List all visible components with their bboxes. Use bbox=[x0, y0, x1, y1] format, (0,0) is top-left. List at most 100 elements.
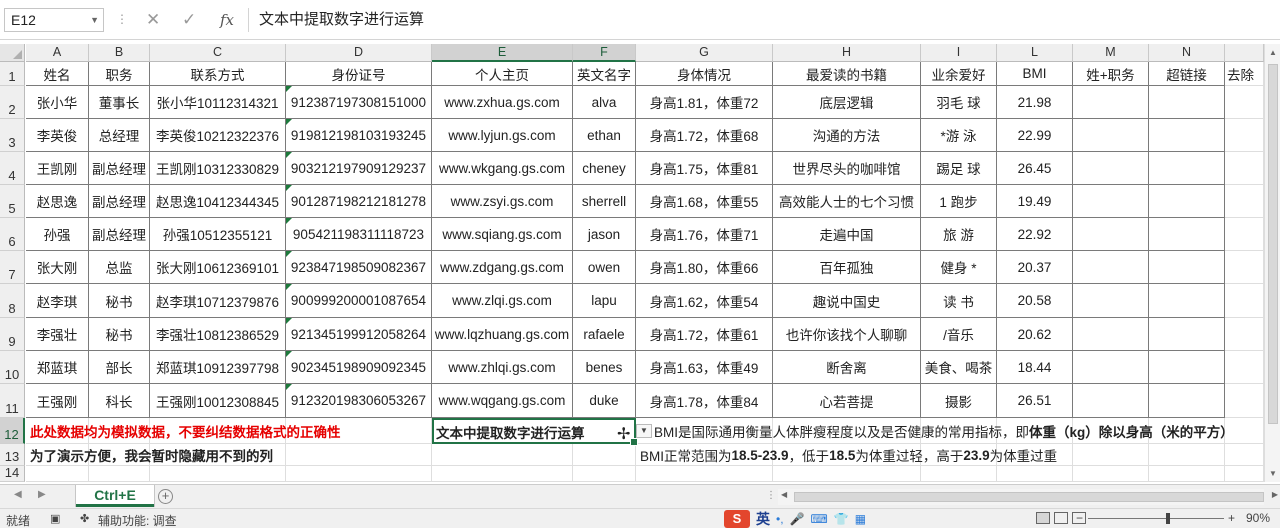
zoom-slider-knob[interactable] bbox=[1166, 513, 1170, 524]
header-cell[interactable]: 职务 bbox=[89, 62, 150, 86]
empty-cell[interactable] bbox=[573, 466, 636, 482]
table-cell[interactable]: 919812198103193245 bbox=[286, 119, 432, 152]
scroll-right-icon[interactable]: ▶ bbox=[1272, 490, 1278, 499]
table-cell[interactable]: 身高1.75，体重81 bbox=[636, 152, 773, 185]
table-cell[interactable] bbox=[1149, 318, 1225, 351]
table-cell[interactable]: lapu bbox=[573, 284, 636, 318]
prev-sheet-icon[interactable]: ◀ bbox=[14, 489, 22, 500]
table-cell[interactable]: 身高1.62，体重54 bbox=[636, 284, 773, 318]
empty-cell[interactable] bbox=[89, 466, 150, 482]
table-cell[interactable]: 断舍离 bbox=[773, 351, 921, 384]
table-cell[interactable]: 身高1.81，体重72 bbox=[636, 86, 773, 119]
empty-cell[interactable] bbox=[1073, 466, 1149, 482]
table-cell[interactable]: 20.37 bbox=[997, 251, 1073, 284]
row-header[interactable]: 8 bbox=[0, 284, 25, 318]
table-cell[interactable]: 李英俊 bbox=[26, 119, 89, 152]
table-cell[interactable]: /音乐 bbox=[921, 318, 997, 351]
table-cell[interactable]: www.zdgang.gs.com bbox=[432, 251, 573, 284]
table-cell[interactable]: 部长 bbox=[89, 351, 150, 384]
column-header-col-d[interactable]: D bbox=[286, 44, 432, 62]
table-cell[interactable]: 身高1.78，体重84 bbox=[636, 384, 773, 418]
row-header[interactable]: 14 bbox=[0, 465, 25, 482]
table-cell[interactable]: 张小华 bbox=[26, 86, 89, 119]
table-cell[interactable]: 健身 * bbox=[921, 251, 997, 284]
select-all-corner[interactable] bbox=[0, 44, 25, 62]
column-header-col-n[interactable]: N bbox=[1149, 44, 1225, 62]
header-cell[interactable]: 个人主页 bbox=[432, 62, 573, 86]
table-cell[interactable]: www.zlqi.gs.com bbox=[432, 284, 573, 318]
table-cell[interactable]: 摄影 bbox=[921, 384, 997, 418]
table-cell[interactable]: 912320198306053267 bbox=[286, 384, 432, 418]
header-cell[interactable]: 身体情况 bbox=[636, 62, 773, 86]
table-cell[interactable] bbox=[1073, 152, 1149, 185]
tab-split-handle-icon[interactable]: ⋮ bbox=[766, 490, 776, 501]
table-cell[interactable]: 900999200001087654 bbox=[286, 284, 432, 318]
table-cell[interactable]: 赵李琪 bbox=[26, 284, 89, 318]
table-cell[interactable]: www.wqgang.gs.com bbox=[432, 384, 573, 418]
table-cell[interactable]: sherrell bbox=[573, 185, 636, 218]
table-cell[interactable]: 张大刚 bbox=[26, 251, 89, 284]
header-cell[interactable]: 姓名 bbox=[26, 62, 89, 86]
table-cell[interactable]: www.lqzhuang.gs.com bbox=[432, 318, 573, 351]
table-cell[interactable] bbox=[1073, 119, 1149, 152]
table-cell[interactable]: 李英俊10212322376 bbox=[150, 119, 286, 152]
row-header[interactable]: 4 bbox=[0, 152, 25, 185]
table-cell[interactable] bbox=[1073, 318, 1149, 351]
table-cell[interactable]: 趣说中国史 bbox=[773, 284, 921, 318]
empty-cell[interactable] bbox=[26, 466, 89, 482]
table-cell[interactable]: 王凯刚10312330829 bbox=[150, 152, 286, 185]
column-header-col-l[interactable]: L bbox=[997, 44, 1073, 62]
table-cell[interactable]: 921345199912058264 bbox=[286, 318, 432, 351]
header-cell[interactable]: 最爱读的书籍 bbox=[773, 62, 921, 86]
table-cell[interactable]: 1 跑步 bbox=[921, 185, 997, 218]
row-header[interactable]: 13 bbox=[0, 444, 25, 466]
scroll-left-icon[interactable]: ◀ bbox=[781, 490, 787, 499]
table-cell[interactable]: alva bbox=[573, 86, 636, 119]
empty-cell[interactable] bbox=[286, 466, 432, 482]
table-cell[interactable]: 身高1.72，体重61 bbox=[636, 318, 773, 351]
table-cell[interactable] bbox=[1149, 251, 1225, 284]
table-cell[interactable]: benes bbox=[573, 351, 636, 384]
table-cell[interactable] bbox=[1149, 384, 1225, 418]
table-cell[interactable] bbox=[1149, 351, 1225, 384]
name-box[interactable]: E12 ▼ bbox=[4, 8, 104, 32]
table-cell[interactable] bbox=[1073, 218, 1149, 251]
table-cell[interactable]: 读 书 bbox=[921, 284, 997, 318]
accessibility-status[interactable]: 辅助功能: 调查 bbox=[98, 512, 177, 528]
normal-view-icon[interactable] bbox=[1036, 512, 1050, 524]
table-cell[interactable]: 董事长 bbox=[89, 86, 150, 119]
table-cell[interactable]: 底层逻辑 bbox=[773, 86, 921, 119]
table-cell[interactable] bbox=[1073, 284, 1149, 318]
table-cell[interactable]: 赵思逸10412344345 bbox=[150, 185, 286, 218]
table-cell[interactable] bbox=[1225, 119, 1264, 152]
table-cell[interactable] bbox=[1073, 251, 1149, 284]
table-cell[interactable]: 905421198311118723 bbox=[286, 218, 432, 251]
table-cell[interactable]: 身高1.76，体重71 bbox=[636, 218, 773, 251]
table-cell[interactable]: 心若菩提 bbox=[773, 384, 921, 418]
table-cell[interactable]: 身高1.80，体重66 bbox=[636, 251, 773, 284]
table-cell[interactable]: cheney bbox=[573, 152, 636, 185]
table-cell[interactable]: 张小华10112314321 bbox=[150, 86, 286, 119]
row-header[interactable]: 6 bbox=[0, 218, 25, 251]
table-cell[interactable]: 902345198909092345 bbox=[286, 351, 432, 384]
header-cell[interactable]: 身份证号 bbox=[286, 62, 432, 86]
table-cell[interactable] bbox=[1225, 185, 1264, 218]
table-cell[interactable]: 901287198212181278 bbox=[286, 185, 432, 218]
cancel-icon[interactable]: ✕ bbox=[146, 8, 160, 32]
table-cell[interactable]: www.zxhua.gs.com bbox=[432, 86, 573, 119]
row-header[interactable]: 1 bbox=[0, 62, 25, 86]
table-cell[interactable]: 百年孤独 bbox=[773, 251, 921, 284]
table-cell[interactable]: 旅 游 bbox=[921, 218, 997, 251]
table-cell[interactable]: 李强壮10812386529 bbox=[150, 318, 286, 351]
table-cell[interactable]: 郑蓝琪 bbox=[26, 351, 89, 384]
vertical-scrollbar[interactable]: ▲ ▼ bbox=[1264, 44, 1280, 482]
row-header[interactable]: 2 bbox=[0, 86, 25, 119]
column-header-col-b[interactable]: B bbox=[89, 44, 150, 62]
table-cell[interactable]: duke bbox=[573, 384, 636, 418]
table-cell[interactable]: 总经理 bbox=[89, 119, 150, 152]
microphone-icon[interactable]: 🎤 bbox=[790, 512, 805, 526]
punctuation-icon[interactable]: •, bbox=[776, 512, 784, 526]
table-cell[interactable]: 副总经理 bbox=[89, 152, 150, 185]
table-cell[interactable]: 副总经理 bbox=[89, 185, 150, 218]
table-cell[interactable]: 912387197308151000 bbox=[286, 86, 432, 119]
